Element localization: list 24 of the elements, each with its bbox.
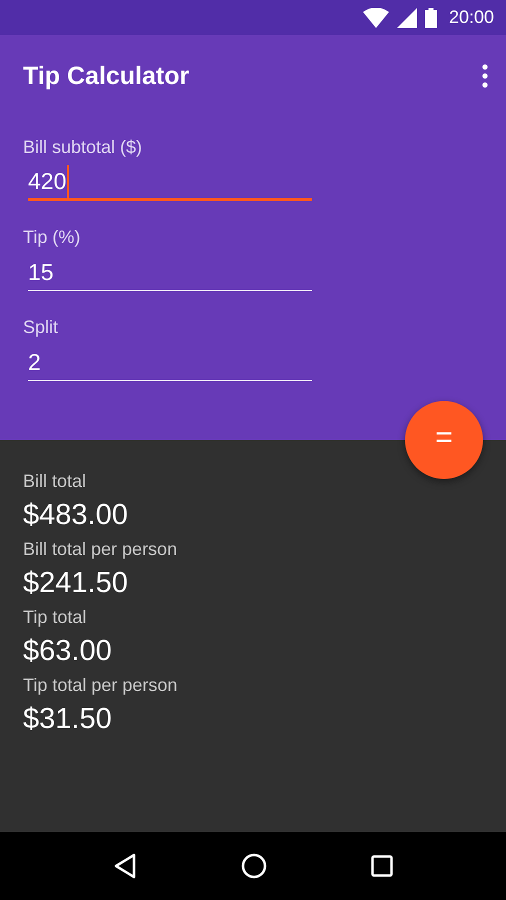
field-label: Tip (%): [23, 227, 82, 249]
battery-icon: [424, 8, 437, 28]
text-cursor: [67, 164, 70, 198]
wifi-icon: [362, 8, 389, 28]
status-time: 20:00: [448, 7, 494, 28]
input-field[interactable]: 15: [28, 253, 312, 291]
back-icon[interactable]: [113, 853, 137, 879]
result-label: Bill total per person: [23, 538, 178, 561]
input-field[interactable]: 2: [28, 343, 312, 381]
result-value: $241.50: [23, 566, 129, 600]
home-icon[interactable]: [241, 853, 267, 879]
result-value: $483.00: [23, 498, 129, 532]
app-title: Tip Calculator: [23, 62, 190, 90]
input-field[interactable]: 420: [28, 163, 312, 201]
result-label: Tip total: [23, 606, 88, 629]
field-label: Split: [23, 317, 60, 339]
recents-icon[interactable]: [371, 855, 393, 877]
result-value: $63.00: [23, 634, 113, 668]
result-label: Tip total per person: [23, 674, 178, 697]
result-label: Bill total: [23, 470, 88, 492]
signal-icon: [396, 8, 417, 28]
result-value: $31.50: [23, 702, 113, 736]
field-label: Bill subtotal ($): [23, 137, 144, 159]
more-icon[interactable]: [482, 64, 488, 88]
